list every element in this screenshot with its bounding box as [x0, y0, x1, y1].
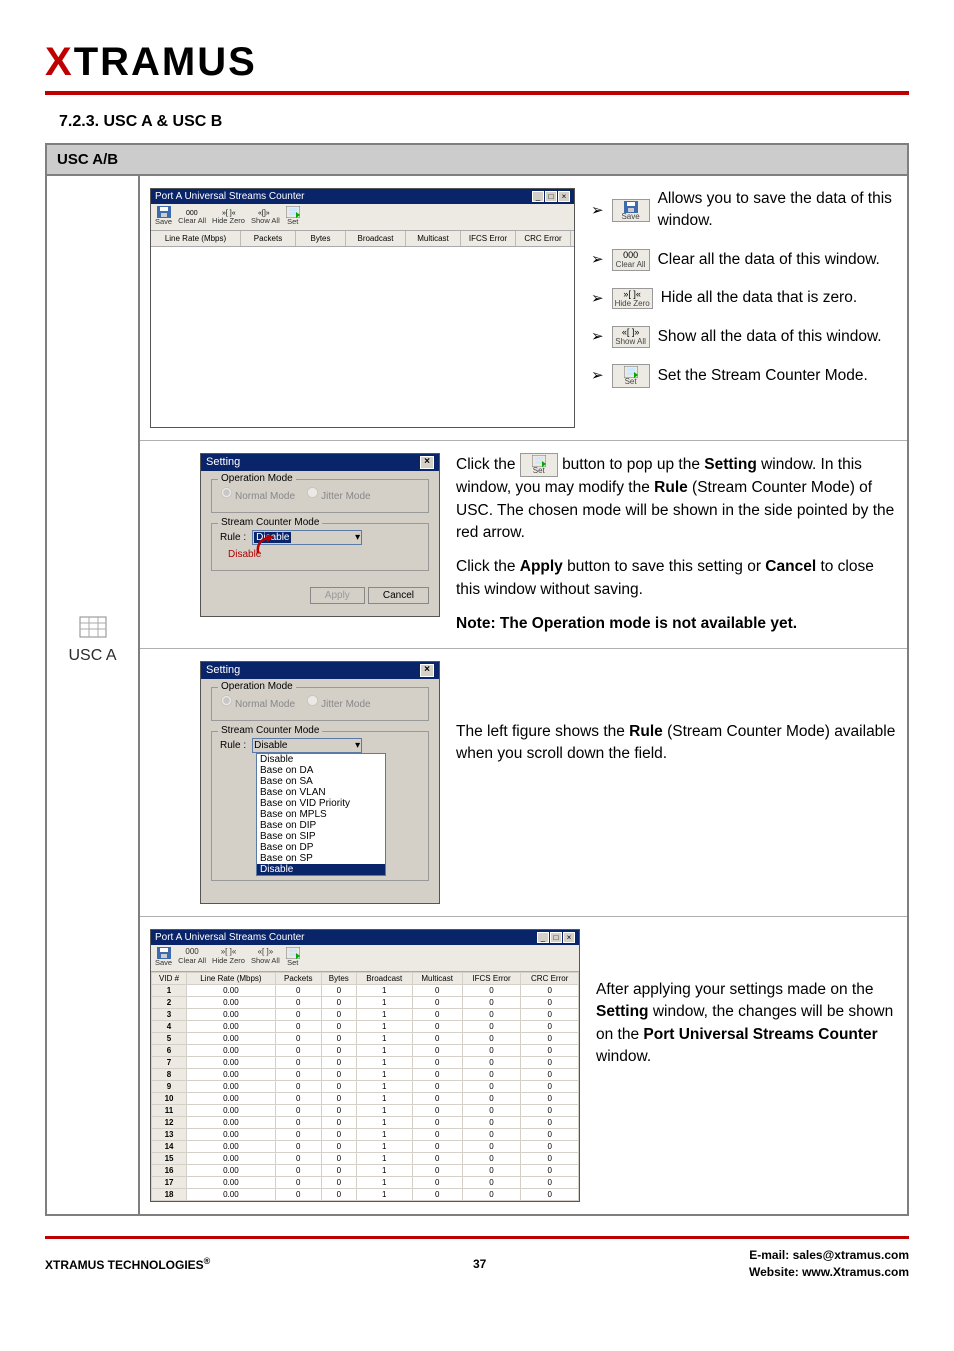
rule-option[interactable]: Base on SA — [257, 776, 385, 787]
table-row: 70.00001000 — [152, 1057, 579, 1069]
rule-option[interactable]: Disable — [257, 864, 385, 875]
rule-option[interactable]: Base on SIP — [257, 831, 385, 842]
divider-top — [45, 91, 909, 95]
rule-option[interactable]: Base on MPLS — [257, 809, 385, 820]
cancel-button[interactable]: Cancel — [368, 587, 429, 604]
set-tiny-icon-inline: Set — [520, 453, 558, 477]
row-label-col: USC A — [47, 176, 140, 1214]
block-setting-1: Setting× Operation Mode Normal Mode Jitt… — [140, 441, 907, 649]
table-row: 40.00001000 — [152, 1021, 579, 1033]
hidezero-tiny-icon: »[ ]« Hide Zero — [612, 288, 653, 310]
data-table: VID #Line Rate (Mbps)PacketsBytesBroadca… — [151, 972, 579, 1201]
bullet-icon: ➢ — [591, 326, 604, 348]
table-row: 50.00001000 — [152, 1033, 579, 1045]
save-tiny-icon: Save — [612, 199, 650, 223]
table-row: 10.00001000 — [152, 985, 579, 997]
clear-desc: Clear all the data of this window. — [658, 249, 880, 271]
logo-x: X — [45, 40, 74, 84]
table-row: 180.00001000 — [152, 1189, 579, 1201]
table-row: 20.00001000 — [152, 997, 579, 1009]
rule-note: Disable — [228, 549, 420, 560]
rule-option[interactable]: Base on VID Priority — [257, 798, 385, 809]
logo-rest: TRAMUS — [74, 40, 257, 84]
rule-option[interactable]: Base on DA — [257, 765, 385, 776]
block-toolbar-1: Port A Universal Streams Counter _□× Sav… — [140, 176, 907, 441]
set-desc: Set the Stream Counter Mode. — [658, 365, 868, 387]
showall-tiny-icon: «[ ]» Show All — [612, 326, 650, 348]
bullet-icon: ➢ — [591, 288, 604, 310]
save-desc: Allows you to save the data of this wind… — [658, 188, 897, 233]
table-row: 80.00001000 — [152, 1069, 579, 1081]
close-icon[interactable]: × — [420, 456, 434, 469]
table-row: 30.00001000 — [152, 1009, 579, 1021]
set-tiny-icon: Set — [612, 364, 650, 388]
showall-desc: Show all the data of this window. — [658, 326, 882, 348]
grid-icon — [73, 616, 113, 642]
table-row: 150.00001000 — [152, 1153, 579, 1165]
rule-dropdown-list[interactable]: DisableBase on DABase on SABase on VLANB… — [256, 753, 386, 876]
clear-tiny-icon: 000 Clear All — [612, 249, 650, 271]
table-row: 130.00001000 — [152, 1129, 579, 1141]
bullet-icon: ➢ — [591, 365, 604, 387]
logo: XTRAMUS — [45, 40, 909, 91]
rule-option[interactable]: Base on VLAN — [257, 787, 385, 798]
main-table: USC A/B USC A — [45, 143, 909, 1216]
opmode-legend: Operation Mode — [218, 473, 296, 484]
bullet-icon: ➢ — [591, 249, 604, 271]
table-header: USC A/B — [47, 145, 907, 176]
rule-label: Rule : — [220, 532, 246, 543]
close-icon[interactable]: × — [420, 664, 434, 677]
table-row: 170.00001000 — [152, 1177, 579, 1189]
bullet-icon: ➢ — [591, 200, 604, 222]
hidezero-desc: Hide all the data that is zero. — [661, 287, 857, 309]
jitter-mode-radio[interactable]: Jitter Mode — [306, 491, 370, 502]
counter-window-filled: Port A Universal Streams Counter _□× Sav… — [150, 929, 580, 1202]
counter-window-empty: Port A Universal Streams Counter _□× Sav… — [150, 188, 575, 428]
table-row: 140.00001000 — [152, 1141, 579, 1153]
footer: XTRAMUS TECHNOLOGIES® 37 E-mail: sales@x… — [45, 1239, 909, 1281]
rule-option[interactable]: Base on DP — [257, 842, 385, 853]
rule-option[interactable]: Base on SP — [257, 853, 385, 864]
rule-option[interactable]: Base on DIP — [257, 820, 385, 831]
rule-option[interactable]: Disable — [257, 754, 385, 765]
left-label-text: USC A — [47, 647, 138, 665]
table-row: 60.00001000 — [152, 1045, 579, 1057]
block-data-table: Port A Universal Streams Counter _□× Sav… — [140, 917, 907, 1214]
table-row: 100.00001000 — [152, 1093, 579, 1105]
table-row: 160.00001000 — [152, 1165, 579, 1177]
page-number: 37 — [210, 1257, 749, 1271]
scm-legend: Stream Counter Mode — [218, 517, 322, 528]
win-control-btns: _□× — [531, 191, 570, 202]
rule-select-open[interactable]: Disable ▾ — [252, 738, 362, 753]
table-row: 110.00001000 — [152, 1105, 579, 1117]
setting-dialog: Setting× Operation Mode Normal Mode Jitt… — [200, 453, 440, 617]
normal-mode-radio[interactable]: Normal Mode — [220, 491, 295, 502]
setting-dialog-expanded: Setting× Operation Mode Normal Mode Jitt… — [200, 661, 440, 904]
table-row: 90.00001000 — [152, 1081, 579, 1093]
table-row: 120.00001000 — [152, 1117, 579, 1129]
block-setting-2: Setting× Operation Mode Normal Mode Jitt… — [140, 649, 907, 917]
win-title-text: Port A Universal Streams Counter — [155, 191, 305, 202]
section-heading: 7.2.3. USC A & USC B — [45, 113, 909, 143]
apply-button[interactable]: Apply — [310, 587, 365, 604]
